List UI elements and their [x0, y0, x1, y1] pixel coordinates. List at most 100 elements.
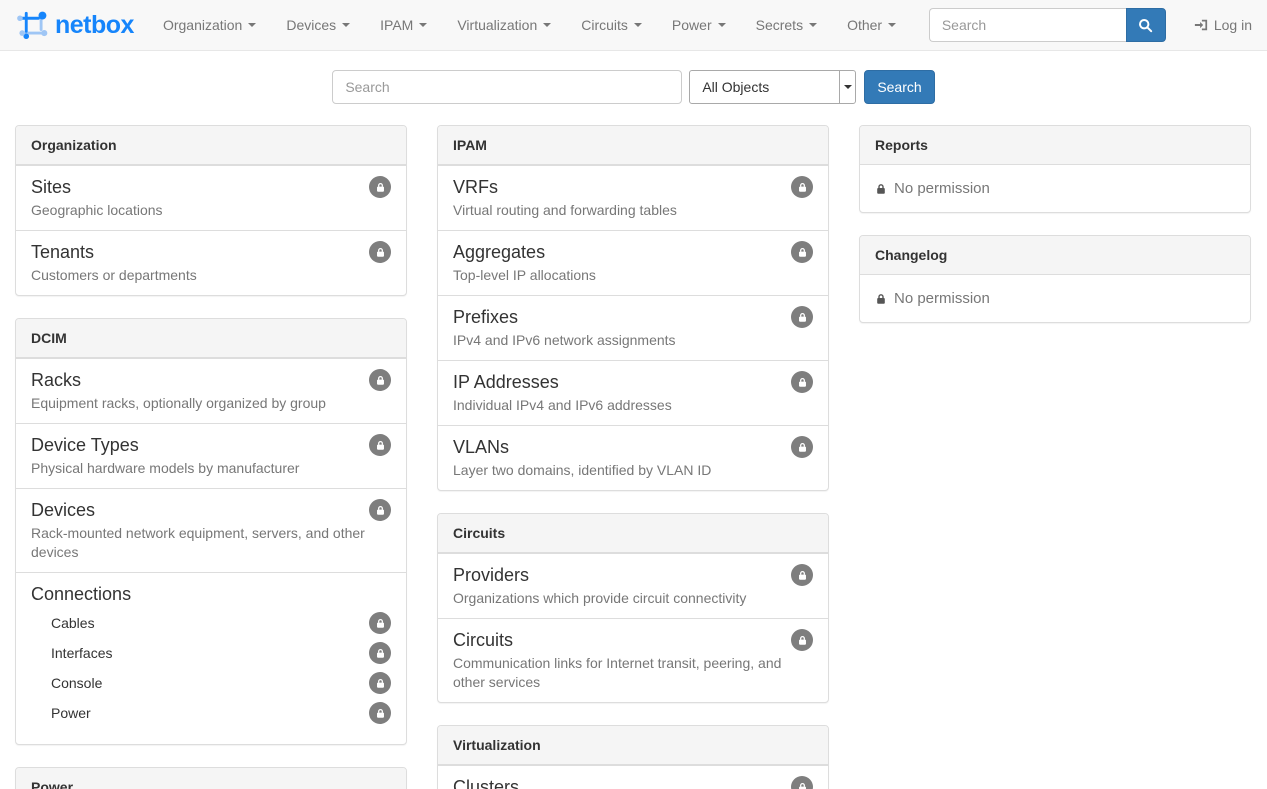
netbox-logo-icon: [15, 7, 51, 43]
object-type-select[interactable]: All Objects: [689, 70, 856, 104]
link-label[interactable]: Interfaces: [51, 645, 112, 661]
panel-item-vrfs[interactable]: VRFs Virtual routing and forwarding tabl…: [438, 165, 828, 230]
panel-ipam: IPAM VRFs Virtual routing and forwarding…: [437, 125, 829, 491]
chevron-down-icon: [419, 23, 427, 27]
global-search-button[interactable]: Search: [864, 70, 934, 104]
panel-title: Reports: [860, 126, 1250, 165]
panel-item-aggregates[interactable]: Aggregates Top-level IP allocations: [438, 230, 828, 295]
nav-item-organization[interactable]: Organization: [148, 0, 271, 50]
lock-icon: [791, 306, 813, 328]
no-permission-text: No permission: [894, 180, 990, 197]
login-link[interactable]: Log in: [1166, 17, 1252, 33]
item-title[interactable]: VLANs: [453, 436, 813, 458]
link-row-power[interactable]: Power: [31, 702, 391, 724]
item-description: Communication links for Internet transit…: [453, 654, 813, 692]
panel-item-tenants[interactable]: Tenants Customers or departments: [16, 230, 406, 295]
item-description: Individual IPv4 and IPv6 addresses: [453, 396, 813, 415]
lock-icon: [369, 499, 391, 521]
panel-virtualization: Virtualization Clusters: [437, 725, 829, 789]
lock-icon: [791, 436, 813, 458]
no-permission-text: No permission: [894, 290, 990, 307]
link-label[interactable]: Cables: [51, 615, 95, 631]
item-title[interactable]: IP Addresses: [453, 371, 813, 393]
lock-icon: [369, 434, 391, 456]
panel-item-vlans[interactable]: VLANs Layer two domains, identified by V…: [438, 425, 828, 490]
panel-changelog: Changelog No permission: [859, 235, 1251, 323]
panel-item-circuits[interactable]: Circuits Communication links for Interne…: [438, 618, 828, 702]
connections-links: Cables Interfaces Console: [31, 612, 391, 734]
item-title[interactable]: Devices: [31, 499, 391, 521]
panel-dcim: DCIM Racks Equipment racks, optionally o…: [15, 318, 407, 745]
item-title[interactable]: Providers: [453, 564, 813, 586]
lock-icon: [791, 371, 813, 393]
lock-icon: [369, 369, 391, 391]
item-title[interactable]: Sites: [31, 176, 391, 198]
lock-icon: [791, 564, 813, 586]
item-title[interactable]: VRFs: [453, 176, 813, 198]
nav-item-other[interactable]: Other: [832, 0, 911, 50]
dashboard: Organization Sites Geographic locations …: [0, 125, 1267, 789]
item-description: Customers or departments: [31, 266, 391, 285]
item-title[interactable]: Device Types: [31, 434, 391, 456]
item-description: Physical hardware models by manufacturer: [31, 459, 391, 478]
column-middle: IPAM VRFs Virtual routing and forwarding…: [437, 125, 829, 789]
item-title[interactable]: Aggregates: [453, 241, 813, 263]
panel-circuits: Circuits Providers Organizations which p…: [437, 513, 829, 703]
link-label[interactable]: Power: [51, 705, 91, 721]
panel-item-prefixes[interactable]: Prefixes IPv4 and IPv6 network assignmen…: [438, 295, 828, 360]
panel-item-clusters[interactable]: Clusters: [438, 765, 828, 789]
object-type-selected: All Objects: [690, 71, 839, 103]
panel-item-sites[interactable]: Sites Geographic locations: [16, 165, 406, 230]
item-description: Rack-mounted network equipment, servers,…: [31, 524, 391, 562]
nav-item-power[interactable]: Power: [657, 0, 741, 50]
nav-item-secrets[interactable]: Secrets: [741, 0, 832, 50]
chevron-down-icon: [543, 23, 551, 27]
lock-icon: [369, 176, 391, 198]
item-description: Organizations which provide circuit conn…: [453, 589, 813, 608]
panel-item-providers[interactable]: Providers Organizations which provide ci…: [438, 553, 828, 618]
link-row-cables[interactable]: Cables: [31, 612, 391, 634]
panel-title: Changelog: [860, 236, 1250, 275]
item-title[interactable]: Circuits: [453, 629, 813, 651]
panel-item-devices[interactable]: Devices Rack-mounted network equipment, …: [16, 488, 406, 572]
nav-item-label: Secrets: [756, 17, 803, 33]
panel-title: Organization: [16, 126, 406, 165]
panel-reports: Reports No permission: [859, 125, 1251, 213]
column-left: Organization Sites Geographic locations …: [15, 125, 407, 789]
item-title[interactable]: Prefixes: [453, 306, 813, 328]
nav-item-label: IPAM: [380, 17, 413, 33]
nav-item-circuits[interactable]: Circuits: [566, 0, 657, 50]
global-search-form: All Objects Search: [0, 70, 1267, 104]
panel-item-ip-addresses[interactable]: IP Addresses Individual IPv4 and IPv6 ad…: [438, 360, 828, 425]
global-search-input[interactable]: [332, 70, 682, 104]
item-title[interactable]: Racks: [31, 369, 391, 391]
link-row-interfaces[interactable]: Interfaces: [31, 642, 391, 664]
navbar-search-input[interactable]: [929, 8, 1126, 42]
item-description: Equipment racks, optionally organized by…: [31, 394, 391, 413]
navbar-search-form: [929, 8, 1166, 42]
panel-title: Virtualization: [438, 726, 828, 765]
nav-item-ipam[interactable]: IPAM: [365, 0, 442, 50]
select-dropdown-strip[interactable]: [839, 71, 855, 103]
panel-title: Circuits: [438, 514, 828, 553]
panel-item-device-types[interactable]: Device Types Physical hardware models by…: [16, 423, 406, 488]
link-row-console[interactable]: Console: [31, 672, 391, 694]
link-label[interactable]: Console: [51, 675, 102, 691]
nav-item-label: Organization: [163, 17, 242, 33]
nav-item-label: Virtualization: [457, 17, 537, 33]
panel-title: Power: [16, 768, 406, 789]
no-permission-message: No permission: [860, 275, 1250, 322]
lock-icon: [875, 183, 887, 195]
panel-item-racks[interactable]: Racks Equipment racks, optionally organi…: [16, 358, 406, 423]
chevron-down-icon: [718, 23, 726, 27]
panel-title: IPAM: [438, 126, 828, 165]
netbox-brand[interactable]: netbox: [15, 7, 134, 43]
item-title[interactable]: Tenants: [31, 241, 391, 263]
nav-item-virtualization[interactable]: Virtualization: [442, 0, 566, 50]
nav-item-label: Circuits: [581, 17, 628, 33]
navbar-search-button[interactable]: [1126, 8, 1166, 42]
item-title[interactable]: Clusters: [453, 776, 813, 789]
lock-icon: [369, 241, 391, 263]
nav-item-devices[interactable]: Devices: [271, 0, 365, 50]
lock-icon: [369, 642, 391, 664]
